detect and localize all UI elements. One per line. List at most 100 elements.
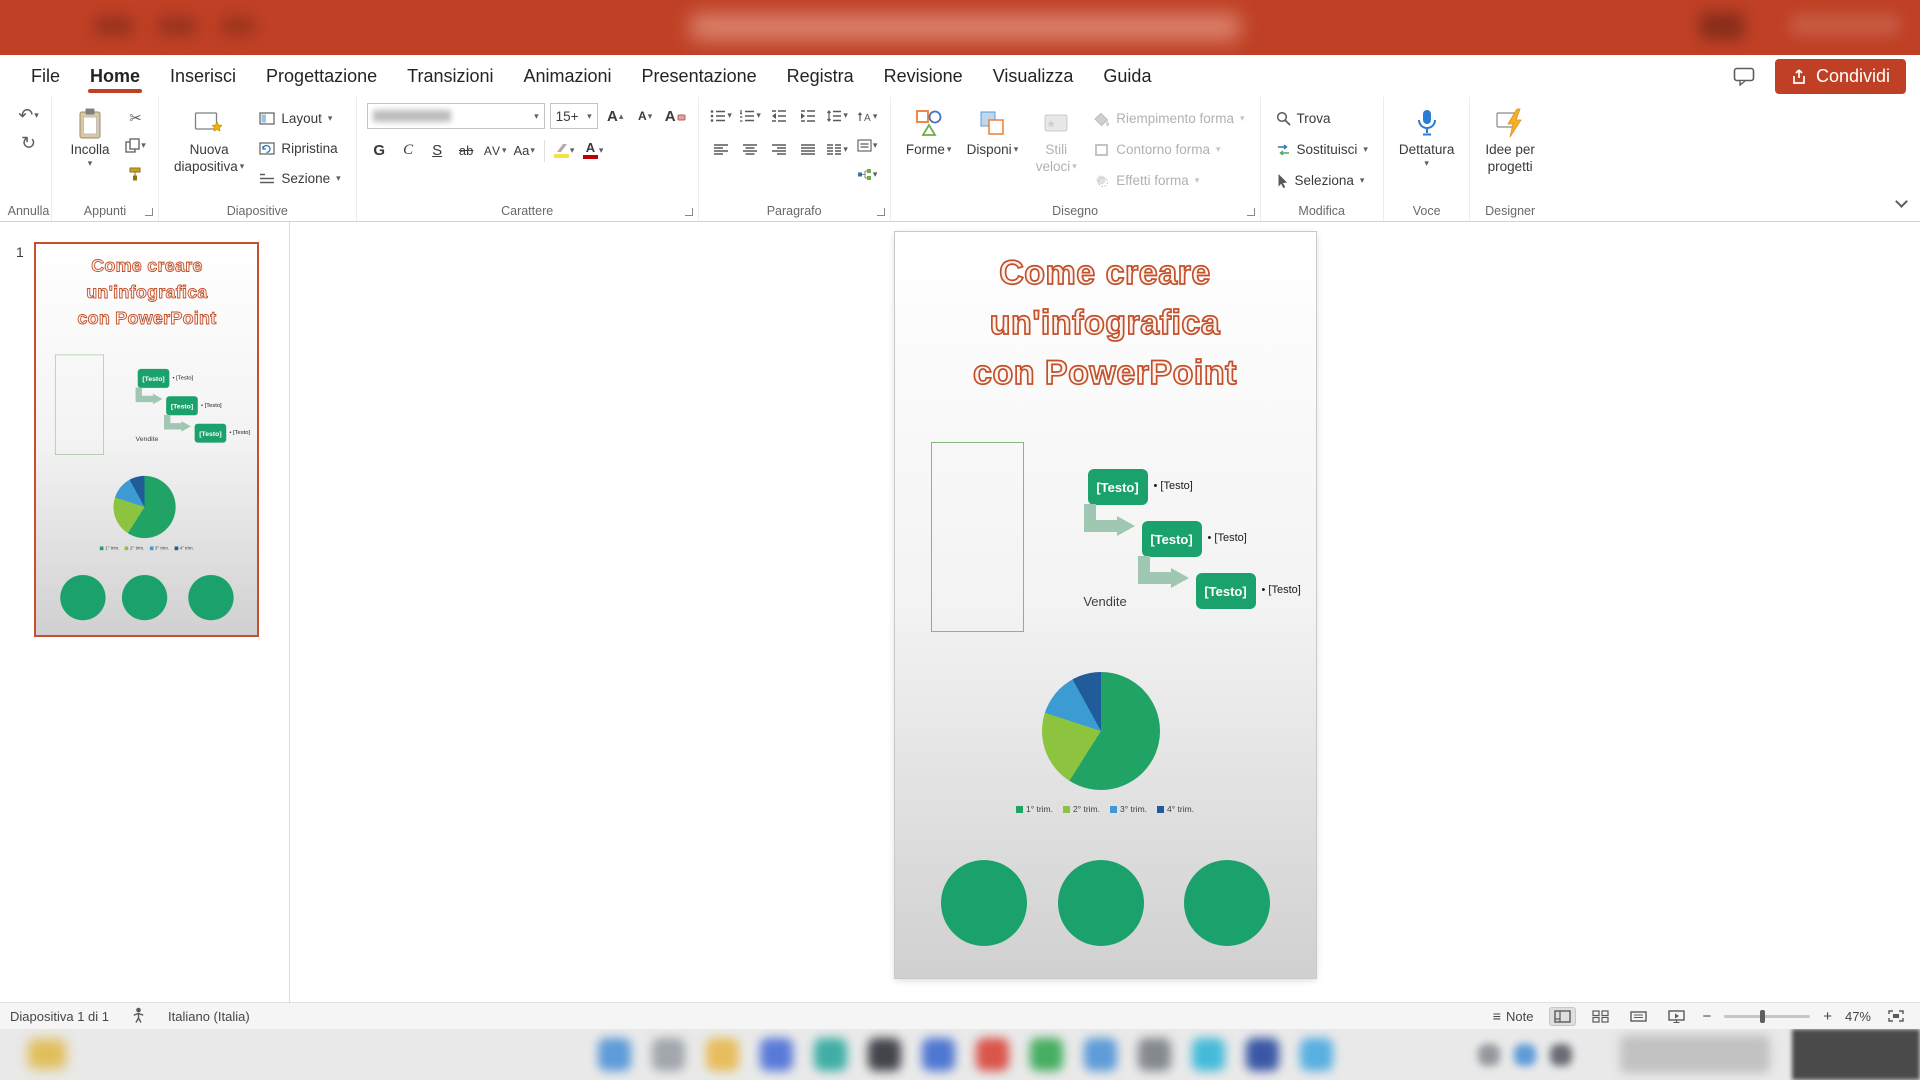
circle-shape-3[interactable] bbox=[1184, 860, 1270, 946]
taskbar-icon[interactable] bbox=[652, 1038, 685, 1071]
taskbar-icon[interactable] bbox=[922, 1038, 955, 1071]
zoom-slider-thumb[interactable] bbox=[1760, 1010, 1765, 1023]
shape-outline-button[interactable]: Contorno forma ▾ bbox=[1089, 136, 1249, 163]
taskbar-icon[interactable] bbox=[868, 1038, 901, 1071]
process-box-1-bullet[interactable]: • [Testo] bbox=[1154, 480, 1193, 492]
slide-thumbnail[interactable]: Come creare un'infografica con PowerPoin… bbox=[34, 242, 259, 637]
pie-chart[interactable] bbox=[113, 476, 175, 538]
elbow-arrow-2[interactable] bbox=[162, 415, 195, 437]
tab-animazioni[interactable]: Animazioni bbox=[509, 55, 627, 97]
design-ideas-button[interactable]: Idee per progetti bbox=[1480, 103, 1540, 177]
chart-title[interactable]: Vendite bbox=[895, 594, 1316, 609]
tab-home[interactable]: Home bbox=[75, 55, 155, 97]
replace-button[interactable]: Sostituisci ▾ bbox=[1271, 136, 1373, 163]
bold-button[interactable]: G bbox=[367, 138, 392, 163]
taskbar-tray-icon[interactable] bbox=[1550, 1044, 1572, 1066]
zoom-in-button[interactable]: + bbox=[1823, 1008, 1832, 1025]
comments-button[interactable] bbox=[1729, 63, 1759, 90]
bullets-button[interactable]: ▾ bbox=[709, 103, 734, 128]
taskbar-icon[interactable] bbox=[598, 1038, 631, 1071]
taskbar-icon[interactable] bbox=[706, 1038, 739, 1071]
taskbar-tray-icon[interactable] bbox=[1478, 1044, 1500, 1066]
zoom-slider[interactable] bbox=[1724, 1015, 1810, 1018]
clear-formatting-button[interactable]: A bbox=[663, 104, 688, 129]
cut-button[interactable]: ✂ bbox=[123, 105, 148, 130]
circle-shape-2[interactable] bbox=[1058, 860, 1144, 946]
highlight-color-button[interactable]: ▾ bbox=[552, 138, 577, 163]
zoom-level[interactable]: 47% bbox=[1845, 1009, 1871, 1024]
elbow-arrow-1[interactable] bbox=[1081, 504, 1143, 546]
shape-fill-button[interactable]: Riempimento forma ▾ bbox=[1089, 105, 1249, 132]
chart-title[interactable]: Vendite bbox=[36, 435, 258, 443]
taskbar-icon[interactable] bbox=[1192, 1038, 1225, 1071]
dialog-launcher-disegno[interactable] bbox=[1247, 208, 1255, 216]
process-box-2-bullet[interactable]: • [Testo] bbox=[201, 402, 222, 408]
circle-shape-3[interactable] bbox=[188, 575, 233, 620]
slide-title-textbox[interactable]: Come creare un'infografica con PowerPoin… bbox=[895, 248, 1316, 398]
increase-font-button[interactable]: A▴ bbox=[603, 104, 628, 129]
taskbar-icon[interactable] bbox=[1300, 1038, 1333, 1071]
tab-transizioni[interactable]: Transizioni bbox=[392, 55, 508, 97]
process-box-1[interactable]: [Testo] bbox=[138, 369, 170, 388]
taskbar-icon[interactable] bbox=[1084, 1038, 1117, 1071]
line-spacing-button[interactable]: ▾ bbox=[825, 103, 850, 128]
taskbar-icon[interactable] bbox=[1138, 1038, 1171, 1071]
font-name-select[interactable]: ▾ bbox=[367, 103, 545, 129]
undo-button[interactable]: ↶▾ bbox=[16, 103, 41, 128]
numbering-button[interactable]: ▾ bbox=[738, 103, 763, 128]
paste-button[interactable]: Incolla ▾ bbox=[62, 103, 118, 171]
circle-shape-1[interactable] bbox=[941, 860, 1027, 946]
dialog-launcher-appunti[interactable] bbox=[145, 208, 153, 216]
tab-progettazione[interactable]: Progettazione bbox=[251, 55, 392, 97]
columns-button[interactable]: ▾ bbox=[825, 137, 850, 162]
decrease-font-button[interactable]: A▾ bbox=[633, 104, 658, 129]
taskbar-icon[interactable] bbox=[976, 1038, 1009, 1071]
chart-legend[interactable]: 1° trim. 2° trim. 3° trim. 4° trim. bbox=[895, 804, 1316, 814]
select-button[interactable]: Seleziona ▾ bbox=[1271, 167, 1373, 194]
tab-presentazione[interactable]: Presentazione bbox=[627, 55, 772, 97]
process-box-1[interactable]: [Testo] bbox=[1088, 469, 1148, 505]
shape-effects-button[interactable]: Effetti forma ▾ bbox=[1089, 167, 1249, 194]
taskbar-icon[interactable] bbox=[760, 1038, 793, 1071]
taskbar-icon[interactable] bbox=[814, 1038, 847, 1071]
zoom-out-button[interactable]: − bbox=[1702, 1008, 1711, 1025]
arrange-button[interactable]: Disponi▾ bbox=[962, 103, 1024, 160]
taskbar-icon[interactable] bbox=[1246, 1038, 1279, 1071]
notes-button[interactable]: ≡ Note bbox=[1489, 1006, 1538, 1026]
tab-visualizza[interactable]: Visualizza bbox=[978, 55, 1089, 97]
align-text-button[interactable]: ▾ bbox=[855, 133, 880, 158]
language-button[interactable]: Italiano (Italia) bbox=[168, 1009, 250, 1024]
align-center-button[interactable] bbox=[738, 137, 763, 162]
section-button[interactable]: Sezione ▾ bbox=[254, 165, 345, 192]
decrease-indent-button[interactable] bbox=[767, 103, 792, 128]
font-color-button[interactable]: A ▾ bbox=[581, 138, 606, 163]
shapes-button[interactable]: Forme▾ bbox=[901, 103, 957, 160]
elbow-arrow-2[interactable] bbox=[1135, 556, 1197, 598]
slide-canvas[interactable]: Come creare un'infografica con PowerPoin… bbox=[290, 222, 1920, 1002]
share-button[interactable]: Condividi bbox=[1775, 59, 1906, 94]
font-size-select[interactable]: 15+ ▾ bbox=[550, 103, 598, 129]
dialog-launcher-carattere[interactable] bbox=[685, 208, 693, 216]
reading-view-button[interactable] bbox=[1626, 1008, 1651, 1025]
circle-shape-1[interactable] bbox=[60, 575, 105, 620]
taskbar-icon[interactable] bbox=[1030, 1038, 1063, 1071]
underline-button[interactable]: S bbox=[425, 138, 450, 163]
convert-smartart-button[interactable]: ▾ bbox=[855, 162, 880, 187]
process-box-2[interactable]: [Testo] bbox=[1142, 521, 1202, 557]
new-slide-button[interactable]: Nuova diapositiva▾ bbox=[169, 103, 249, 177]
circle-shape-2[interactable] bbox=[122, 575, 167, 620]
slide[interactable]: Come creare un'infografica con PowerPoin… bbox=[36, 244, 258, 637]
tab-registra[interactable]: Registra bbox=[772, 55, 869, 97]
align-left-button[interactable] bbox=[709, 137, 734, 162]
justify-button[interactable] bbox=[796, 137, 821, 162]
find-button[interactable]: Trova bbox=[1271, 105, 1373, 132]
character-spacing-button[interactable]: AV▾ bbox=[483, 138, 508, 163]
tab-inserisci[interactable]: Inserisci bbox=[155, 55, 251, 97]
process-box-2-bullet[interactable]: • [Testo] bbox=[1208, 532, 1247, 544]
elbow-arrow-1[interactable] bbox=[134, 387, 167, 409]
taskbar-tray-icon[interactable] bbox=[1514, 1044, 1536, 1066]
collapse-ribbon-button[interactable] bbox=[1897, 193, 1906, 211]
pie-chart[interactable] bbox=[1042, 672, 1160, 790]
slide-title-textbox[interactable]: Come creare un'infografica con PowerPoin… bbox=[36, 252, 258, 331]
accessibility-button[interactable] bbox=[131, 1007, 146, 1026]
